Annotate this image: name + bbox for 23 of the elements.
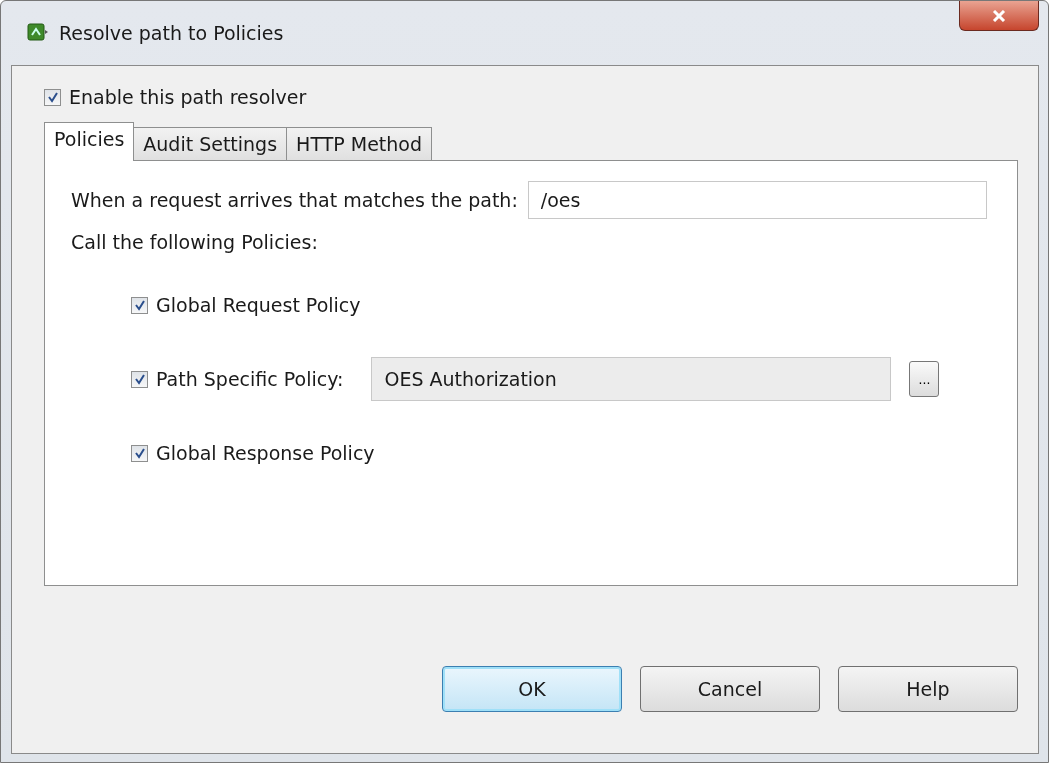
policy-checkbox[interactable]: [131, 296, 148, 314]
checkbox-label: Path Specific Policy:: [156, 368, 344, 390]
policy-checkbox[interactable]: [131, 370, 148, 388]
policy-checkbox[interactable]: [131, 444, 148, 462]
tab[interactable]: Audit Settings: [133, 127, 288, 160]
close-button[interactable]: [959, 1, 1039, 31]
close-icon: [992, 9, 1006, 22]
enable-checkbox[interactable]: [44, 88, 61, 106]
dialog-button[interactable]: Help: [838, 666, 1018, 712]
policies-label: Call the following Policies:: [71, 231, 319, 253]
app-icon: [27, 22, 49, 44]
tab[interactable]: HTTP Method: [286, 127, 432, 160]
tab[interactable]: Policies: [44, 122, 135, 161]
policy-field[interactable]: OES Authorization: [371, 357, 892, 401]
checkbox-label: Enable this path resolver: [69, 86, 307, 108]
path-label: When a request arrives that matches the path:: [71, 189, 518, 211]
browse-button[interactable]: ...: [909, 361, 940, 397]
checkbox-label: Global Request Policy: [156, 294, 361, 316]
dialog-button[interactable]: Cancel: [640, 666, 820, 712]
dialog-button[interactable]: OK: [442, 666, 622, 712]
window-title: Resolve path to Policies: [59, 22, 284, 44]
checkbox-label: Global Response Policy: [156, 442, 375, 464]
path-field[interactable]: /oes: [527, 181, 987, 219]
